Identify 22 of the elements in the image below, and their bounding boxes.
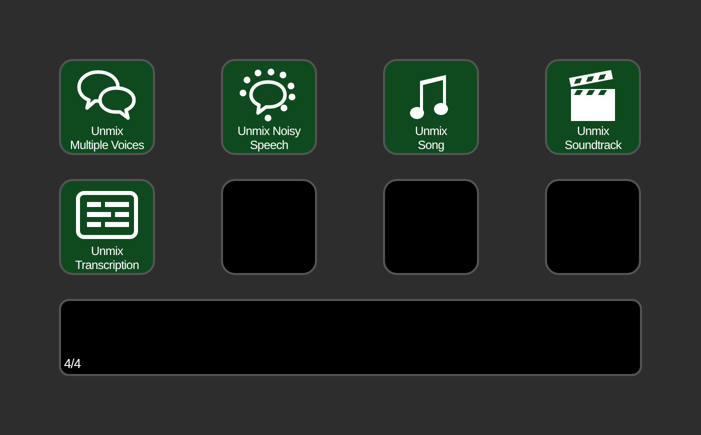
key-label: Unmix Noisy	[238, 124, 300, 138]
empty-key[interactable]	[221, 179, 317, 275]
key-label: Unmix	[414, 124, 447, 138]
key-label: Transcription	[75, 258, 139, 272]
key-label: Song	[418, 138, 444, 152]
transcript-icon	[75, 190, 139, 240]
key-label: Unmix	[90, 124, 123, 138]
empty-key[interactable]	[545, 179, 641, 275]
key-label: Unmix	[576, 124, 609, 138]
action-key[interactable]: Unmix Multiple Voices	[59, 59, 155, 155]
key-label: Speech	[250, 138, 288, 152]
page-indicator: 4/4	[64, 356, 81, 371]
action-key[interactable]: Unmix Song	[383, 59, 479, 155]
key-label: Multiple Voices	[70, 138, 144, 152]
empty-key[interactable]	[383, 179, 479, 275]
touch-strip[interactable]: 4/4	[59, 299, 642, 376]
action-key[interactable]: Unmix Noisy Speech	[221, 59, 317, 155]
action-key[interactable]: Unmix Soundtrack	[545, 59, 641, 155]
action-key[interactable]: Unmix Transcription	[59, 179, 155, 275]
key-label: Unmix	[90, 244, 123, 258]
key-label: Soundtrack	[564, 138, 622, 152]
chat-bubbles-icon	[76, 68, 138, 122]
